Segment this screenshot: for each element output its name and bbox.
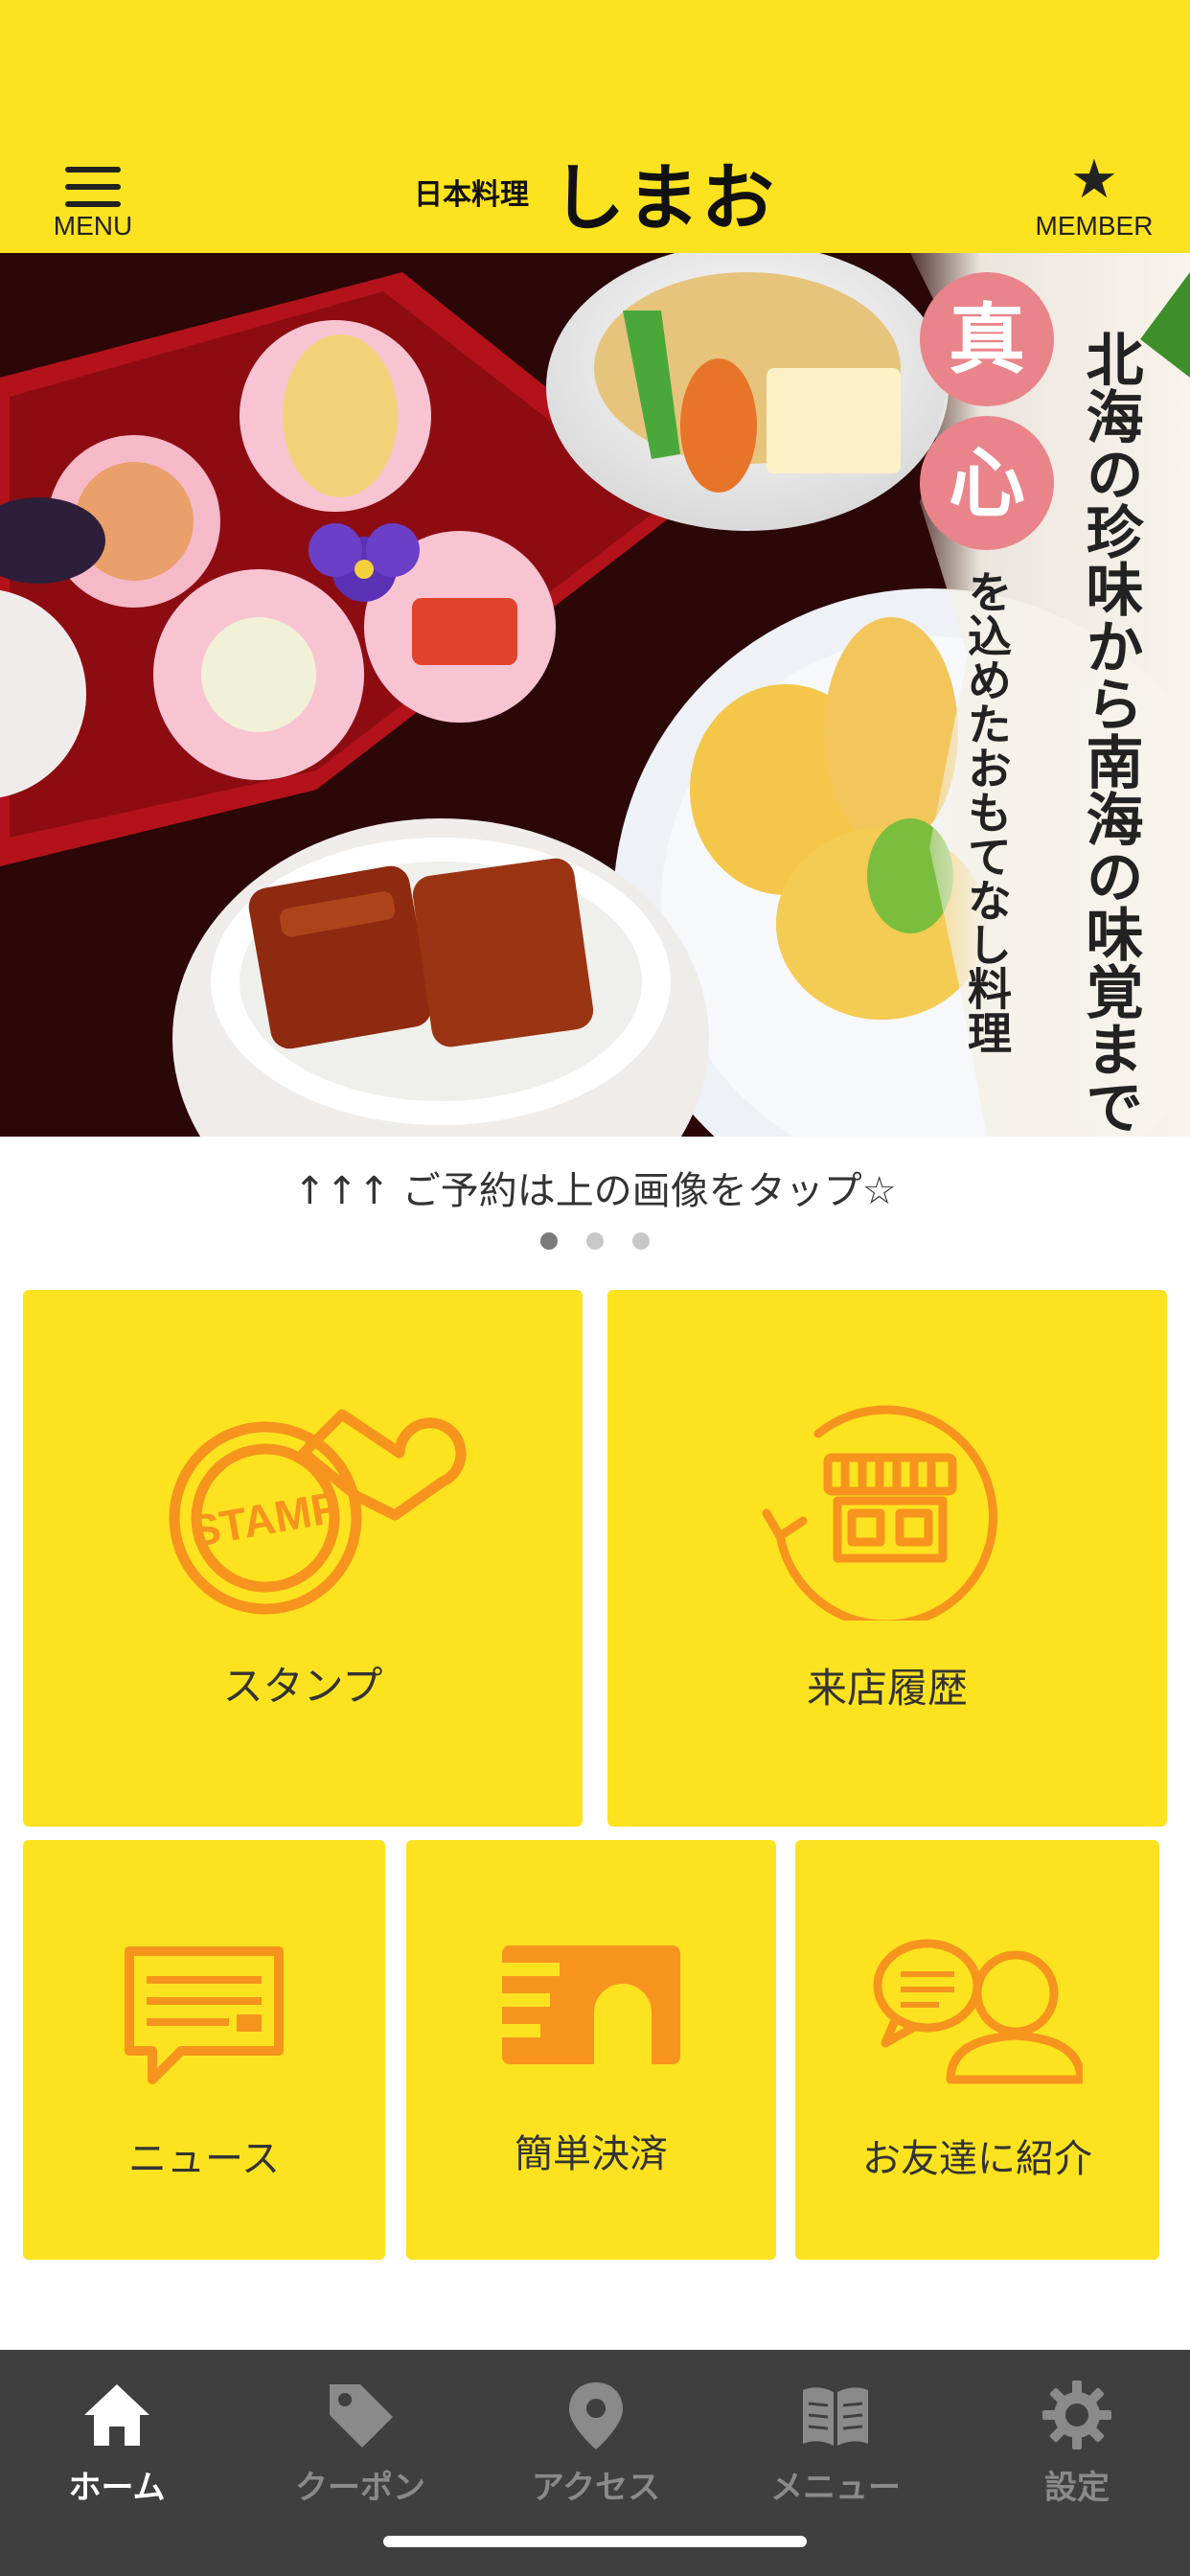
carousel-dot-1[interactable] [540, 1232, 558, 1250]
carousel-dot-3[interactable] [632, 1232, 650, 1250]
payment-tile[interactable]: 簡単決済 [406, 1840, 776, 2260]
shop-history-icon [762, 1405, 998, 1621]
restaurant-logo: 日本料理 しまお [0, 153, 1190, 241]
news-icon [125, 1946, 284, 2084]
logo-name: しまお [552, 155, 776, 241]
bento-photo: 真 心 北海の珍味から南海の味覚まで を込めたおもてなし料理 [0, 253, 1190, 1137]
tab-home[interactable]: ホーム [21, 2369, 213, 2513]
tab-settings[interactable]: 設定 [981, 2369, 1173, 2513]
coupon-tag-icon [330, 2384, 393, 2448]
home-icon [84, 2384, 149, 2446]
visit-history-tile[interactable]: 来店履歴 [607, 1290, 1167, 1827]
tab-coupon[interactable]: クーポン [264, 2369, 456, 2513]
banner-highlight-char-1: 真 [949, 294, 1025, 384]
open-book-icon [803, 2387, 868, 2446]
stamp-icon: STAMP [169, 1409, 467, 1615]
banner-text-column-2: を込めたおもてなし料理 [961, 569, 1013, 1054]
payment-icon [502, 1945, 680, 2064]
tab-access[interactable]: アクセス [500, 2369, 692, 2513]
stamp-tile[interactable]: STAMP スタンプ [23, 1290, 583, 1827]
carousel-dot-2[interactable] [586, 1232, 604, 1250]
stamp-icon-text: STAMP [187, 1482, 344, 1557]
news-tile[interactable]: ニュース [23, 1840, 385, 2260]
refer-friend-tile[interactable]: お友達に紹介 [795, 1840, 1159, 2260]
banner-text-column-1: 北海の珍味から南海の味覚まで [1076, 330, 1143, 1135]
refer-friend-icon [873, 1939, 1083, 2084]
tab-settings-label: 設定 [1044, 2469, 1110, 2507]
news-tile-label: ニュース [128, 2137, 280, 2181]
home-indicator[interactable] [383, 2536, 807, 2547]
carousel-pagination [0, 1232, 1190, 1250]
gear-icon [1042, 2380, 1111, 2450]
refer-friend-tile-label: お友達に紹介 [862, 2137, 1092, 2181]
map-pin-icon [569, 2382, 623, 2450]
tab-menu[interactable]: メニュー [740, 2369, 931, 2513]
hero-banner-image[interactable]: 真 心 北海の珍味から南海の味覚まで を込めたおもてなし料理 [0, 253, 1190, 1137]
tab-access-label: アクセス [531, 2469, 661, 2507]
logo-subtitle: 日本料理 [414, 178, 529, 212]
tab-home-label: ホーム [68, 2469, 166, 2507]
visit-history-tile-label: 来店履歴 [806, 1665, 968, 1712]
status-bar [0, 0, 1190, 134]
tab-menu-label: メニュー [770, 2469, 901, 2507]
tab-coupon-label: クーポン [295, 2469, 425, 2507]
banner-highlight-char-2: 心 [949, 438, 1025, 528]
reservation-caption: ↑↑↑ ご予約は上の画像をタップ☆ [293, 1169, 897, 1213]
stamp-tile-label: スタンプ [222, 1663, 383, 1710]
payment-tile-label: 簡単決済 [515, 2132, 668, 2176]
